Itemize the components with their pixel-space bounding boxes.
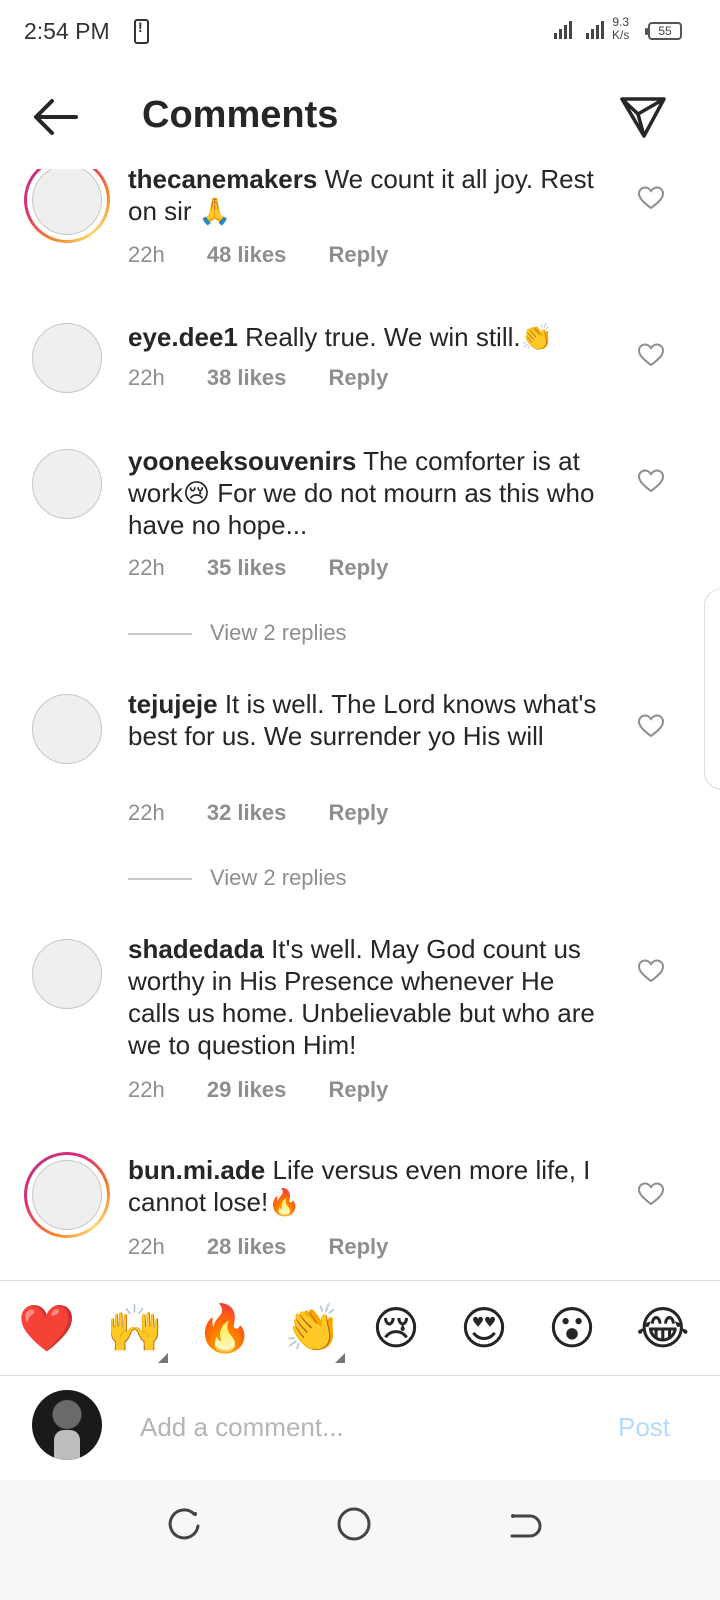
avatar-image: [32, 323, 102, 393]
comment-text: eye.dee1 Really true. We win still.👏: [128, 321, 610, 353]
home-icon[interactable]: [334, 1504, 374, 1544]
status-time: 2:54 PM: [24, 18, 110, 44]
network-speed-value: 9.3: [612, 15, 630, 29]
comment-meta: 22h 48 likes Reply: [128, 242, 424, 268]
comment-meta: 22h 35 likes Reply: [128, 555, 424, 581]
avatar[interactable]: [24, 1152, 110, 1238]
comment-likes[interactable]: 29 likes: [207, 1077, 287, 1103]
comment-meta: 22h 29 likes Reply: [128, 1077, 424, 1103]
heart-icon[interactable]: [638, 343, 664, 367]
comment-text: yooneeksouvenirs The comforter is at wor…: [128, 445, 610, 541]
back-button[interactable]: [28, 92, 84, 142]
heart-icon[interactable]: [638, 469, 664, 493]
comment-time: 22h: [128, 242, 165, 267]
avatar[interactable]: [32, 939, 102, 1009]
avatar-image: [32, 449, 102, 519]
user-avatar: [32, 1390, 102, 1460]
reply-button[interactable]: Reply: [328, 1077, 388, 1103]
reply-button[interactable]: Reply: [328, 365, 388, 391]
paper-plane-icon: [620, 97, 666, 138]
comment-meta: 22h 32 likes Reply: [128, 800, 424, 826]
avatar[interactable]: [32, 694, 102, 764]
heart-icon[interactable]: [638, 186, 664, 210]
emoji-heart-button[interactable]: ❤️: [18, 1301, 75, 1355]
comment-time: 22h: [128, 365, 165, 390]
emoji-clap-button[interactable]: 👏: [284, 1301, 341, 1355]
comment-composer: Post: [0, 1376, 720, 1480]
comment-likes[interactable]: 28 likes: [207, 1234, 287, 1260]
comment-time: 22h: [128, 555, 165, 580]
header: Comments: [0, 64, 720, 169]
comment-username[interactable]: thecanemakers: [128, 169, 317, 194]
comment-meta: 22h 38 likes Reply: [128, 365, 424, 391]
skin-tone-indicator-icon: [158, 1353, 168, 1363]
comment-text: shadedada It's well. May God count us wo…: [128, 933, 610, 1061]
comment-text: thecanemakers We count it all joy. Rest …: [128, 169, 610, 227]
arrow-left-icon: [34, 99, 78, 135]
emoji-fire-button[interactable]: 🔥: [196, 1301, 253, 1355]
divider: [128, 633, 192, 635]
comments-list[interactable]: thecanemakers We count it all joy. Rest …: [0, 169, 720, 1279]
view-replies-label: View 2 replies: [210, 620, 347, 645]
comment-time: 22h: [128, 800, 165, 825]
emoji-heart-eyes-button[interactable]: 😍: [460, 1301, 508, 1355]
comment-username[interactable]: shadedada: [128, 934, 264, 964]
comment-text: tejujeje It is well. The Lord knows what…: [128, 688, 610, 752]
comment-username[interactable]: bun.mi.ade: [128, 1155, 265, 1185]
comment-username[interactable]: tejujeje: [128, 689, 218, 719]
reply-button[interactable]: Reply: [328, 1234, 388, 1260]
emoji-crying-button[interactable]: 😢: [372, 1301, 420, 1355]
share-button[interactable]: [618, 94, 668, 140]
emoji-surprised-button[interactable]: 😮: [548, 1301, 596, 1355]
emoji-laughing-button[interactable]: 😂: [636, 1301, 690, 1355]
back-icon[interactable]: [504, 1504, 544, 1544]
view-replies-button[interactable]: View 2 replies: [128, 865, 528, 891]
post-button[interactable]: Post: [618, 1412, 670, 1443]
skin-tone-indicator-icon: [335, 1353, 345, 1363]
comment-time: 22h: [128, 1077, 165, 1102]
comment-meta: 22h 28 likes Reply: [128, 1234, 424, 1260]
comment-likes[interactable]: 32 likes: [207, 800, 287, 826]
avatar-image: [32, 939, 102, 1009]
network-speed: 9.3 K/s: [612, 16, 629, 42]
status-bar: 2:54 PM 9.3 K/s 55: [0, 0, 720, 64]
reply-button[interactable]: Reply: [328, 800, 388, 826]
reply-button[interactable]: Reply: [328, 555, 388, 581]
view-replies-label: View 2 replies: [210, 865, 347, 890]
divider: [128, 878, 192, 880]
comment-likes[interactable]: 48 likes: [207, 242, 287, 268]
edge-panel-handle[interactable]: [704, 588, 720, 790]
comment-text: bun.mi.ade Life versus even more life, I…: [128, 1154, 610, 1218]
system-nav-bar: [0, 1480, 720, 1600]
comment-username[interactable]: yooneeksouvenirs: [128, 446, 356, 476]
signal-icon: [554, 20, 606, 39]
avatar[interactable]: [24, 169, 110, 243]
avatar[interactable]: [32, 449, 102, 519]
view-replies-button[interactable]: View 2 replies: [128, 620, 528, 646]
heart-icon[interactable]: [638, 714, 664, 738]
recent-apps-icon[interactable]: [164, 1504, 204, 1544]
phone-alert-icon: [134, 19, 149, 44]
page-title: Comments: [142, 94, 339, 136]
comment-time: 22h: [128, 1234, 165, 1259]
comment-content: Really true. We win still.👏: [245, 322, 553, 352]
emoji-raised-hands-button[interactable]: 🙌: [106, 1301, 163, 1355]
comment-likes[interactable]: 35 likes: [207, 555, 287, 581]
comment-likes[interactable]: 38 likes: [207, 365, 287, 391]
avatar-image: [32, 694, 102, 764]
network-speed-unit: K/s: [612, 28, 630, 42]
reply-button[interactable]: Reply: [328, 242, 388, 268]
battery-icon: 55: [645, 22, 682, 40]
heart-icon[interactable]: [638, 959, 664, 983]
emoji-quick-bar: ❤️ 🙌 🔥 👏 😢 😍 😮 😂: [0, 1280, 720, 1376]
avatar[interactable]: [32, 323, 102, 393]
comment-username[interactable]: eye.dee1: [128, 322, 238, 352]
heart-icon[interactable]: [638, 1182, 664, 1206]
comment-input[interactable]: [140, 1404, 580, 1450]
avatar-image: [32, 1160, 102, 1230]
